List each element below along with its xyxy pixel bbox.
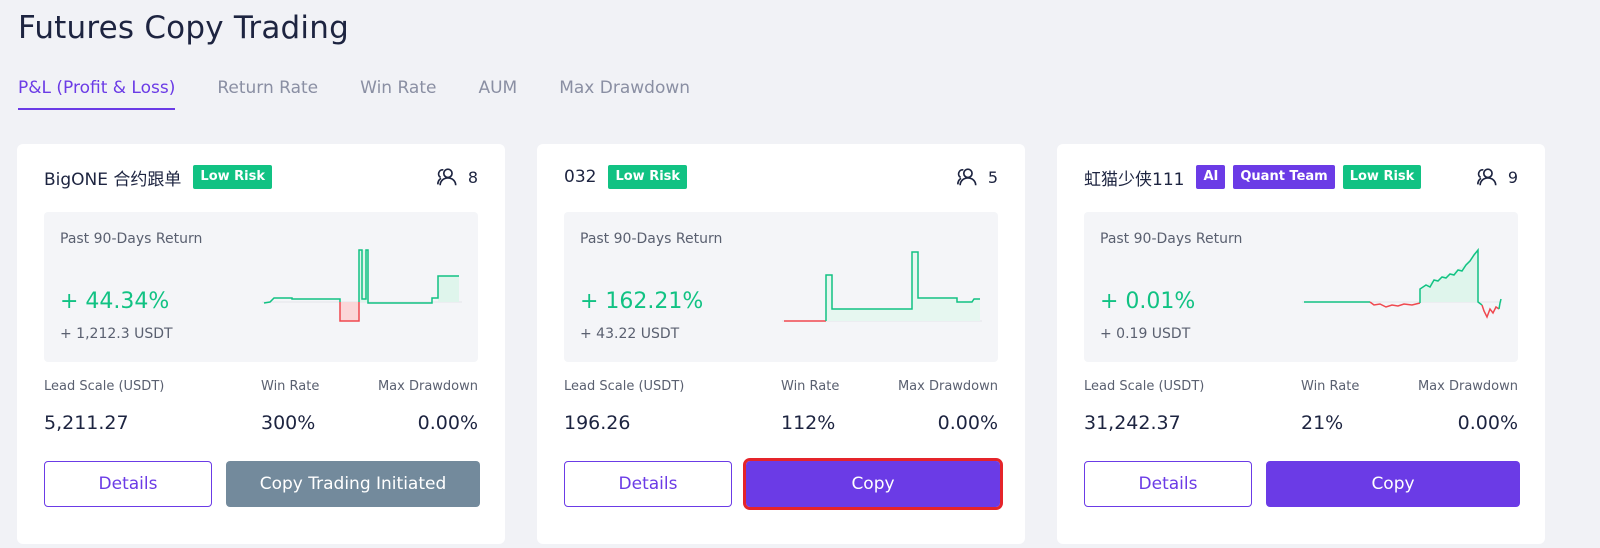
followers-icon: [956, 168, 977, 186]
metric-tabs: P&L (Profit & Loss) Return Rate Win Rate…: [18, 78, 732, 110]
followers-icon: [1476, 168, 1497, 186]
risk-badge: Low Risk: [1342, 165, 1422, 189]
tab-win-rate[interactable]: Win Rate: [360, 78, 436, 110]
lead-scale-label: Lead Scale (USDT): [1084, 379, 1205, 394]
details-button[interactable]: Details: [1084, 461, 1252, 507]
risk-badge: Low Risk: [193, 165, 273, 189]
return-usdt: + 43.22 USDT: [580, 326, 680, 342]
trader-name[interactable]: BigONE 合约跟单: [44, 165, 181, 190]
copy-button[interactable]: Copy: [743, 458, 1003, 510]
follower-count: 8: [467, 167, 478, 187]
card-header: 032 Low Risk 5: [564, 164, 998, 190]
follower-count: 5: [987, 167, 998, 187]
win-rate-label: Win Rate: [1301, 379, 1360, 394]
lead-scale-value: 196.26: [564, 412, 631, 434]
trader-card: 虹猫少侠111 AI Quant Team Low Risk 9 Past 90…: [1057, 144, 1545, 544]
tab-aum[interactable]: AUM: [478, 78, 517, 110]
win-rate-label: Win Rate: [261, 379, 320, 394]
copy-trading-initiated-button[interactable]: Copy Trading Initiated: [226, 461, 480, 507]
return-usdt: + 1,212.3 USDT: [60, 326, 173, 342]
return-percentage: + 162.21%: [580, 289, 704, 314]
trader-cards: BigONE 合约跟单 Low Risk 8 Past 90-Days Retu…: [17, 144, 1545, 544]
followers: 5: [956, 166, 998, 188]
win-rate-label: Win Rate: [781, 379, 840, 394]
card-header: BigONE 合约跟单 Low Risk 8: [44, 164, 478, 190]
return-label: Past 90-Days Return: [1100, 231, 1243, 247]
lead-scale-label: Lead Scale (USDT): [44, 379, 165, 394]
return-usdt: + 0.19 USDT: [1100, 326, 1191, 342]
return-sparkline: [262, 249, 462, 322]
tab-max-drawdown[interactable]: Max Drawdown: [559, 78, 690, 110]
trader-name[interactable]: 虹猫少侠111: [1084, 165, 1184, 190]
ai-badge: AI: [1196, 165, 1226, 189]
return-label: Past 90-Days Return: [580, 231, 723, 247]
follower-count: 9: [1507, 167, 1518, 187]
page-title: Futures Copy Trading: [18, 10, 349, 46]
copy-button[interactable]: Copy: [1266, 461, 1520, 507]
return-sparkline: [782, 251, 982, 322]
lead-scale-label: Lead Scale (USDT): [564, 379, 685, 394]
lead-scale-value: 5,211.27: [44, 412, 129, 434]
quant-team-badge: Quant Team: [1233, 165, 1335, 189]
max-drawdown-label: Max Drawdown: [1417, 379, 1518, 394]
win-rate-value: 112%: [781, 412, 836, 434]
return-panel: Past 90-Days Return + 0.01% + 0.19 USDT: [1084, 212, 1518, 362]
return-percentage: + 0.01%: [1100, 289, 1196, 314]
trader-name[interactable]: 032: [564, 167, 596, 187]
lead-scale-value: 31,242.37: [1084, 412, 1181, 434]
max-drawdown-label: Max Drawdown: [377, 379, 478, 394]
win-rate-value: 21%: [1301, 412, 1344, 434]
return-label: Past 90-Days Return: [60, 231, 203, 247]
win-rate-value: 300%: [261, 412, 316, 434]
max-drawdown-value: 0.00%: [1457, 412, 1518, 434]
followers-icon: [436, 168, 457, 186]
max-drawdown-label: Max Drawdown: [897, 379, 998, 394]
return-sparkline: [1302, 247, 1502, 319]
max-drawdown-value: 0.00%: [417, 412, 478, 434]
card-header: 虹猫少侠111 AI Quant Team Low Risk 9: [1084, 164, 1518, 190]
max-drawdown-value: 0.00%: [937, 412, 998, 434]
trader-card: BigONE 合约跟单 Low Risk 8 Past 90-Days Retu…: [17, 144, 505, 544]
details-button[interactable]: Details: [564, 461, 732, 507]
return-panel: Past 90-Days Return + 162.21% + 43.22 US…: [564, 212, 998, 362]
tab-pnl[interactable]: P&L (Profit & Loss): [18, 78, 176, 110]
risk-badge: Low Risk: [608, 165, 688, 189]
followers: 8: [436, 166, 478, 188]
return-percentage: + 44.34%: [60, 289, 170, 314]
return-panel: Past 90-Days Return + 44.34% + 1,212.3 U…: [44, 212, 478, 362]
followers: 9: [1476, 166, 1518, 188]
trader-card: 032 Low Risk 5 Past 90-Days Return + 162…: [537, 144, 1025, 544]
details-button[interactable]: Details: [44, 461, 212, 507]
tab-return-rate[interactable]: Return Rate: [217, 78, 318, 110]
